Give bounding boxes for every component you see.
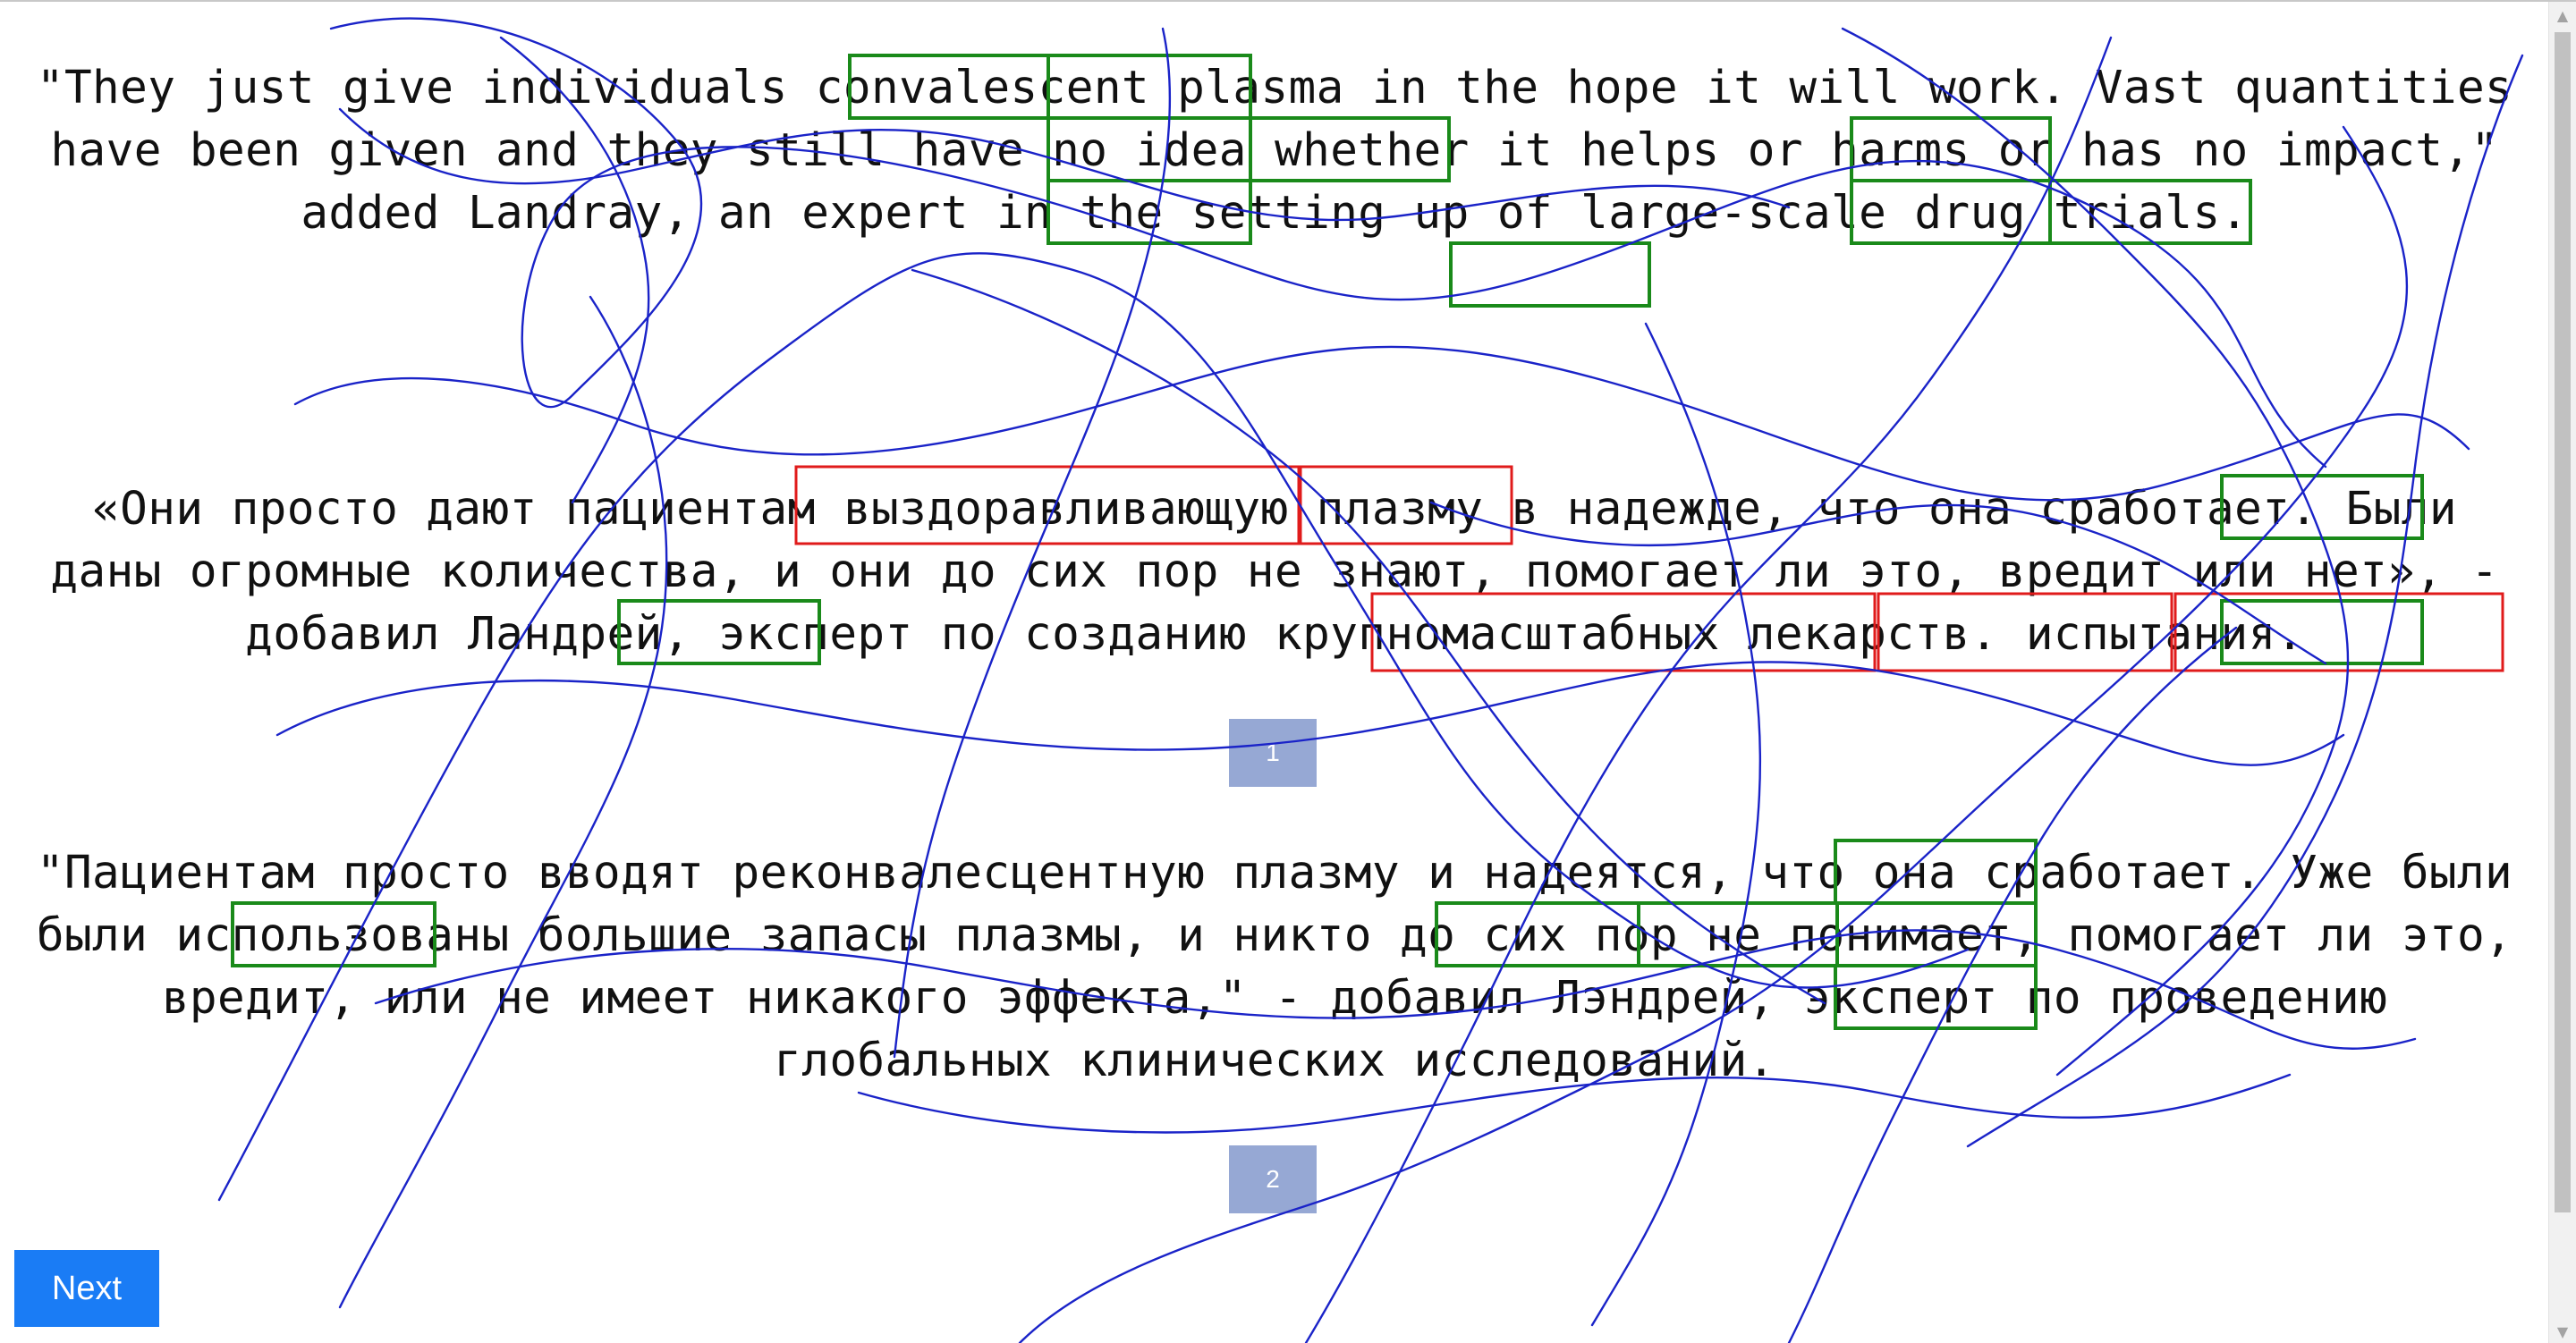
scroll-up-icon[interactable]: ▲ [2549,2,2576,29]
translation-text-2: "Пациентам просто вводят реконвалесцентн… [36,847,2513,1087]
scribble-stroke [1590,322,1762,1327]
translation-text-1: «Они просто дают пациентам выздоравливаю… [50,483,2499,661]
scribble-stroke [338,295,668,1309]
translation-badge-1[interactable]: 1 [1229,719,1317,787]
source-text-english: "They just give individuals convalescent… [36,62,2513,240]
next-button[interactable]: Next [14,1250,159,1327]
scroll-thumb[interactable] [2555,32,2571,1212]
translation-badge-2[interactable]: 2 [1229,1145,1317,1213]
scribble-stroke [1018,125,2409,1343]
match-box [1449,241,1651,308]
scribble-stroke [293,345,2470,502]
scroll-down-icon[interactable]: ▼ [2549,1318,2576,1343]
annotation-page: "They just give individuals convalescent… [0,0,2576,1343]
vertical-scrollbar[interactable]: ▲ ▼ [2548,2,2576,1343]
